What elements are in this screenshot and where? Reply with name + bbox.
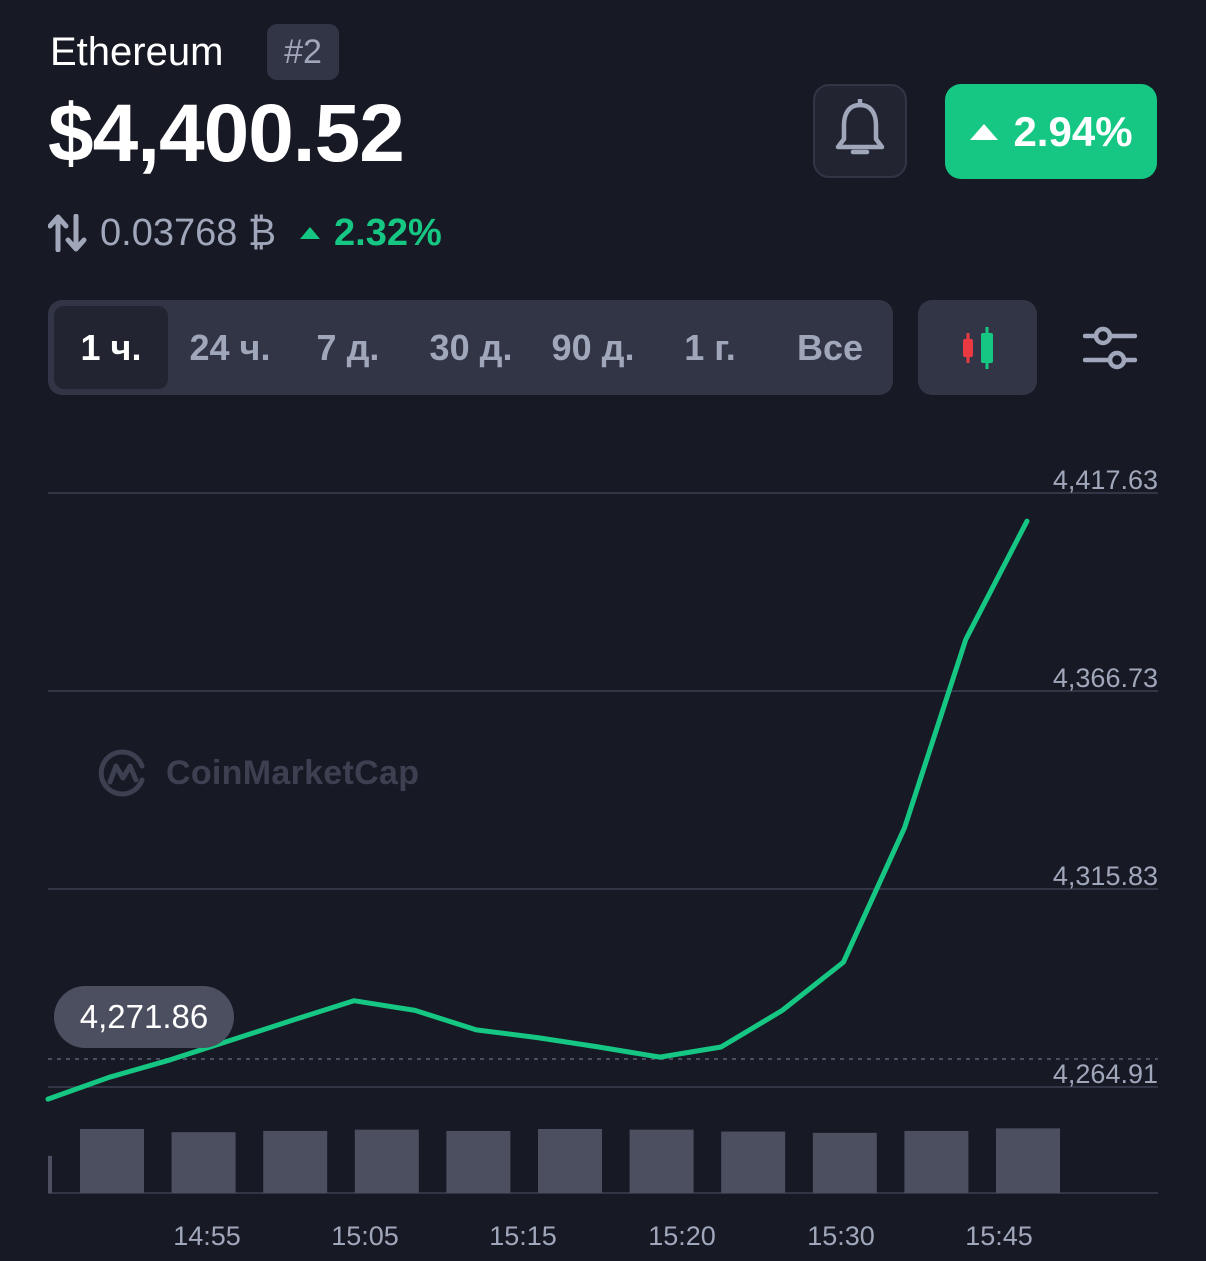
start-price-badge: 4,271.86	[54, 986, 234, 1048]
volume-bar	[996, 1128, 1060, 1193]
volume-bar	[354, 1129, 419, 1193]
volume-bar	[538, 1129, 602, 1193]
volume-bar	[629, 1129, 694, 1193]
volume-bar	[904, 1130, 969, 1193]
x-axis-label: 15:45	[965, 1221, 1033, 1251]
price-chart: 4,417.63 4,366.73 4,315.83 4,264.91 14:55 15:…	[45, 465, 1158, 1251]
x-axis-label: 15:15	[489, 1221, 557, 1251]
volume-bar	[171, 1132, 236, 1193]
x-axis-label: 15:05	[331, 1221, 399, 1251]
y-axis-label: 4,417.63	[1053, 465, 1158, 495]
y-axis-label: 4,315.83	[1053, 861, 1158, 891]
volume-bar	[721, 1131, 786, 1193]
x-axis-label: 14:55	[173, 1221, 241, 1251]
volume-bar	[446, 1130, 511, 1193]
volume-bar	[80, 1129, 144, 1193]
volume-bar	[263, 1130, 328, 1193]
volume-bar	[48, 1155, 52, 1193]
y-axis-label: 4,264.91	[1053, 1059, 1158, 1089]
coin-detail-screen: Ethereum #2 $4,400.52 2.94% 0.03768 ₿ 2.…	[0, 0, 1206, 1261]
x-axis-label: 15:20	[648, 1221, 716, 1251]
x-axis-label: 15:30	[807, 1221, 875, 1251]
volume-bar	[812, 1132, 877, 1193]
y-axis-label: 4,366.73	[1053, 663, 1158, 693]
